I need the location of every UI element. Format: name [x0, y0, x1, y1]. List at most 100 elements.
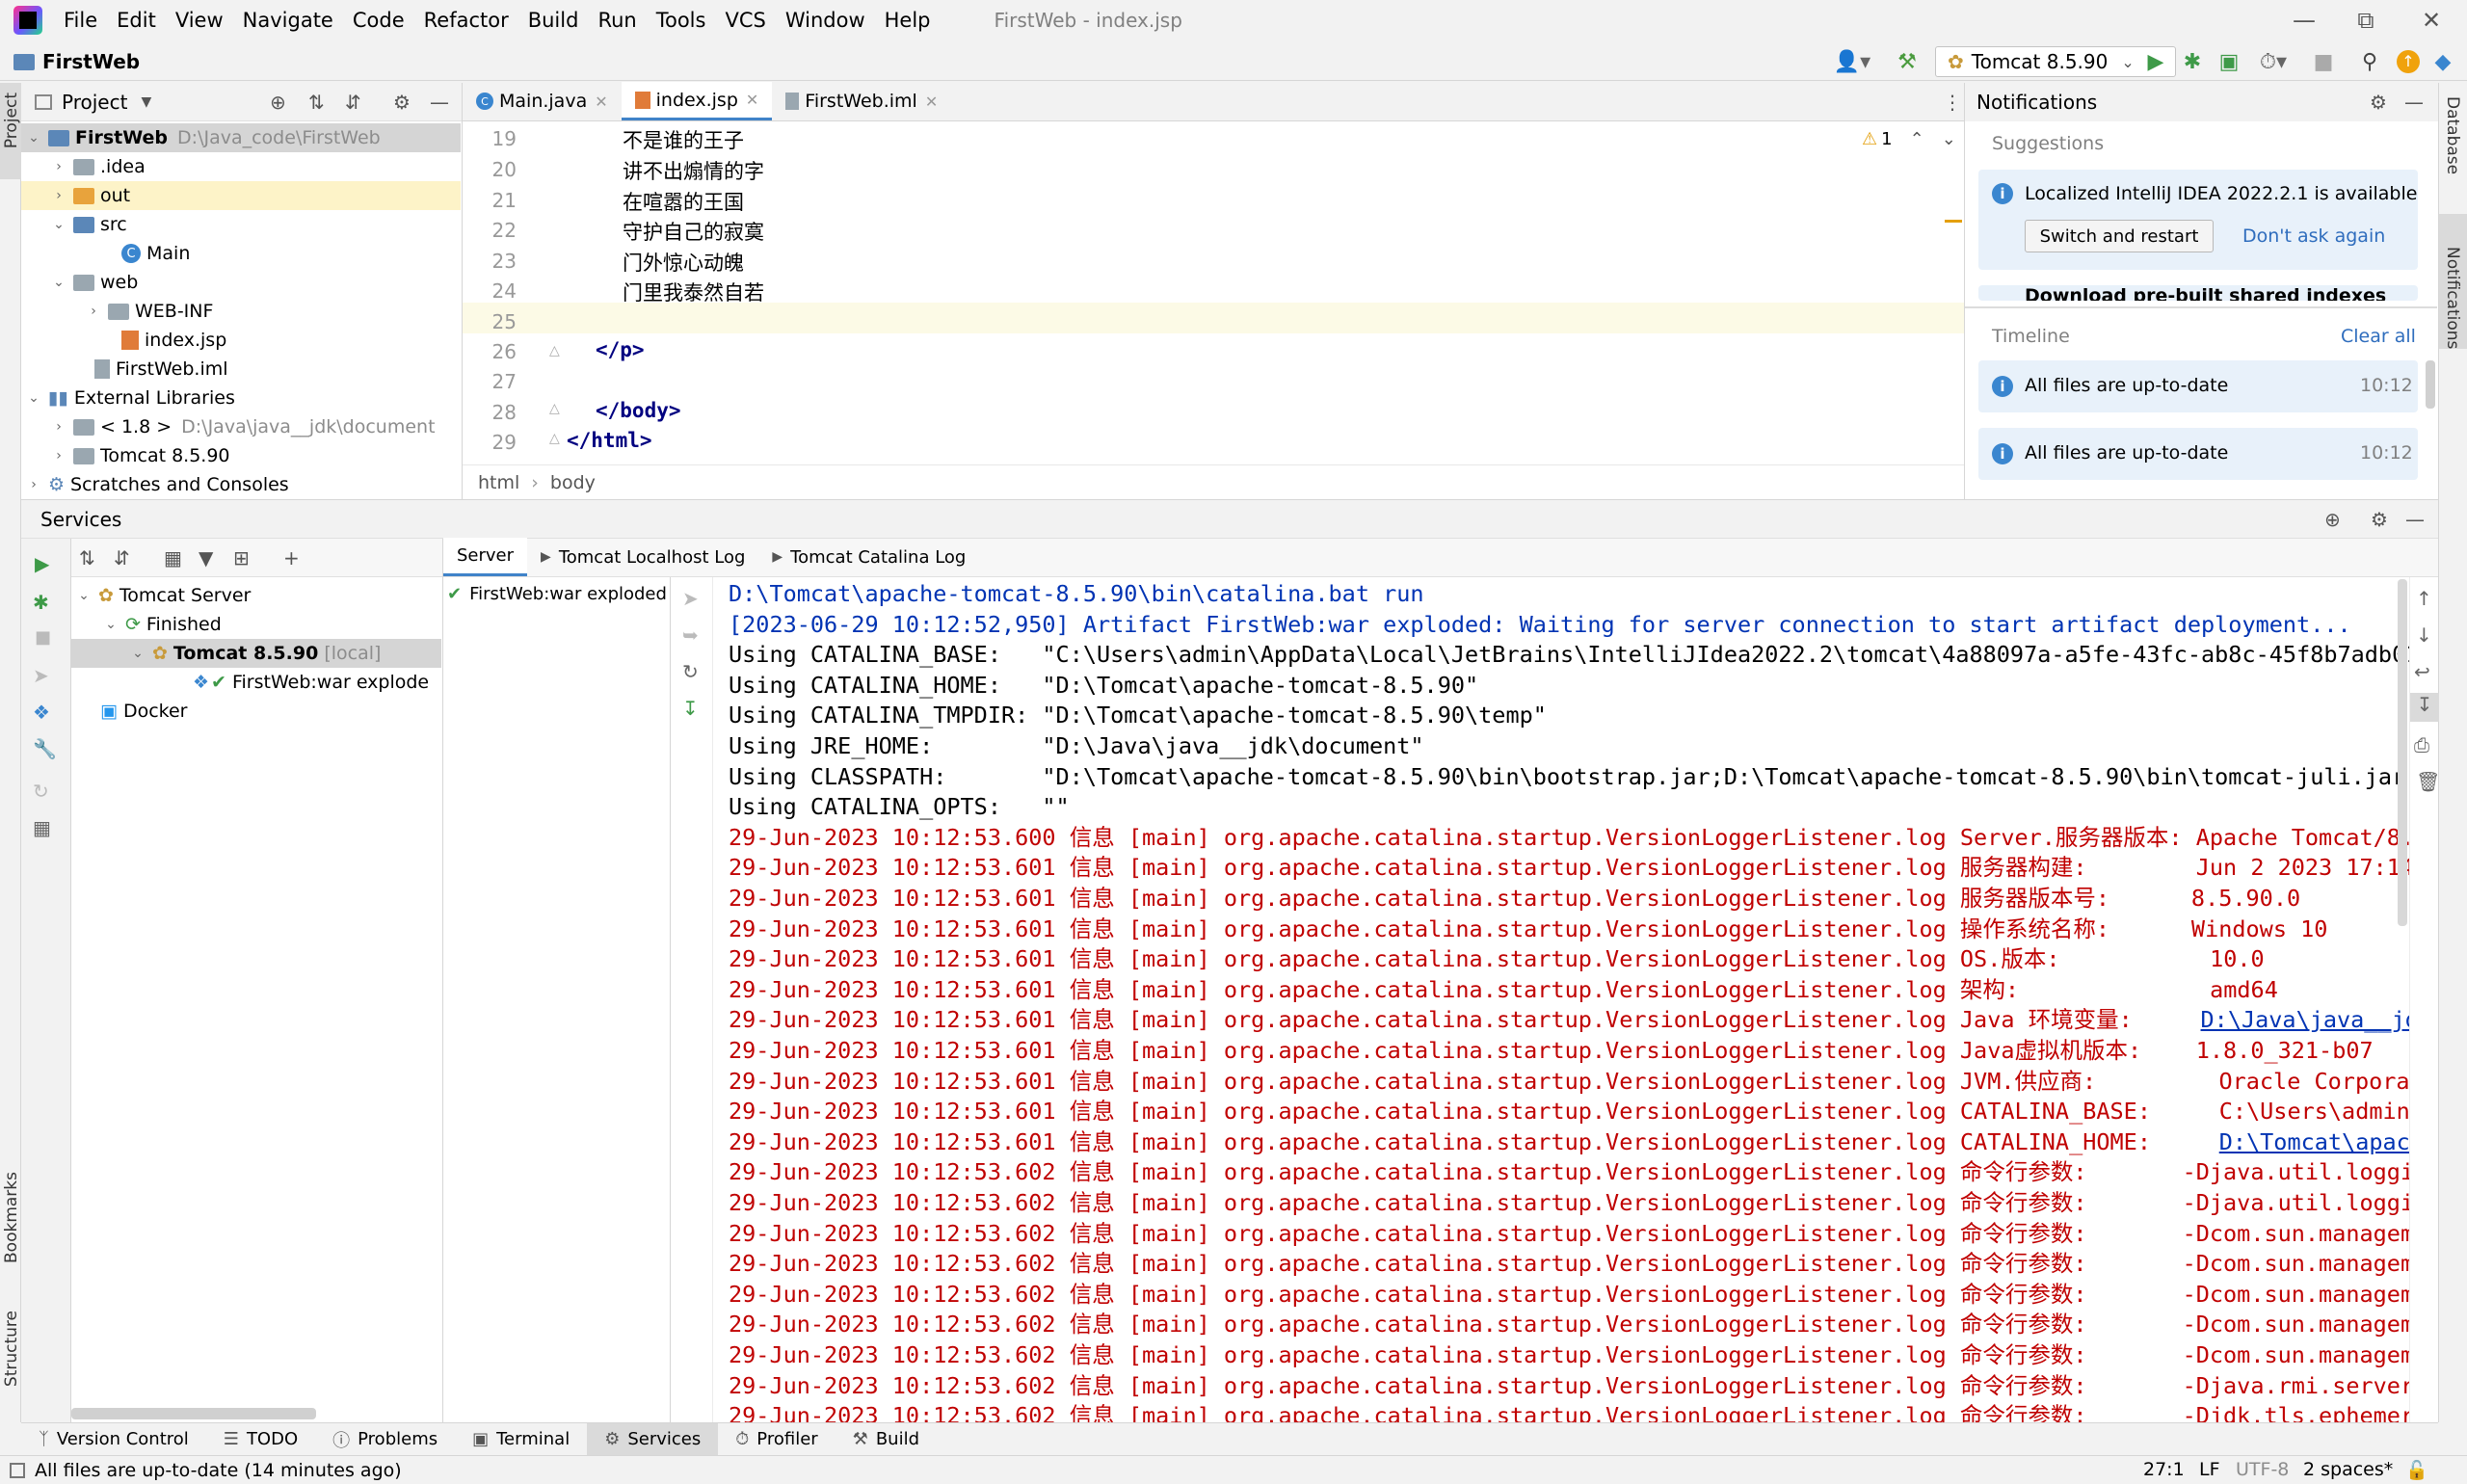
tree-item-external-libraries[interactable]: ⌄ ▮▮ External Libraries — [25, 384, 235, 412]
close-tab-icon[interactable]: ✕ — [595, 93, 607, 111]
menu-help[interactable]: Help — [885, 9, 931, 32]
profile-icon[interactable]: ⏱▾ — [2251, 48, 2295, 75]
switch-and-restart-button[interactable]: Switch and restart — [2025, 220, 2214, 252]
run-icon[interactable]: ▶ — [2141, 48, 2170, 75]
code-line[interactable]: </body> — [596, 399, 681, 422]
refresh-icon[interactable]: ↻ — [682, 660, 699, 683]
menu-refactor[interactable]: Refactor — [424, 9, 509, 32]
deploy-all-icon[interactable]: ↧ — [682, 697, 699, 720]
tab-localhost-log[interactable]: ▶ Tomcat Localhost Log — [527, 538, 758, 576]
side-tab-database[interactable]: Database — [2443, 96, 2462, 174]
filter-icon[interactable]: ▼ — [199, 546, 213, 570]
close-tab-icon[interactable]: ✕ — [746, 91, 758, 109]
gear-icon[interactable]: ⚙ — [2370, 91, 2387, 114]
tool-tab-terminal[interactable]: ▣ Terminal — [455, 1423, 587, 1456]
trash-icon[interactable]: 🗑 — [2416, 770, 2440, 793]
clear-all-link[interactable]: Clear all — [2341, 326, 2416, 347]
coverage-icon[interactable]: ▣ — [2215, 48, 2243, 75]
jetbrains-client-icon[interactable]: ◆ — [2428, 48, 2457, 75]
collapse-all-icon[interactable]: ⇵ — [345, 91, 361, 114]
fold-marker-icon[interactable]: △ — [549, 431, 560, 446]
update-icon[interactable]: ↑ — [2394, 48, 2423, 75]
close-icon[interactable]: ✕ — [2417, 6, 2446, 35]
side-tab-notifications[interactable]: Notifications — [2443, 247, 2462, 349]
tab-main-java[interactable]: C Main.java ✕ — [463, 82, 622, 120]
horizontal-scrollbar[interactable] — [71, 1408, 316, 1419]
tree-item-main[interactable]: C Main — [121, 239, 190, 268]
collapse-all-icon[interactable]: ⇵ — [114, 546, 130, 570]
tree-item-out[interactable]: › out — [21, 181, 461, 210]
menu-run[interactable]: Run — [597, 9, 636, 32]
redeploy-icon[interactable]: ➤ — [33, 664, 49, 687]
tree-item-scratches[interactable]: › ⚙ Scratches and Consoles — [25, 470, 289, 499]
expand-all-icon[interactable]: ⇅ — [79, 546, 95, 570]
side-tab-structure[interactable]: Structure — [2, 1311, 21, 1387]
service-finished-group[interactable]: ⌄ ⟳ Finished — [102, 610, 222, 639]
project-view-label[interactable]: Project — [62, 91, 127, 114]
arrow-down-icon[interactable]: ↓ — [2416, 623, 2432, 647]
console-output[interactable]: D:\Tomcat\apache-tomcat-8.5.90\bin\catal… — [713, 577, 2409, 1423]
deploy-icon[interactable]: ❖ — [33, 701, 50, 724]
menu-build[interactable]: Build — [528, 9, 579, 32]
fold-marker-icon[interactable]: △ — [549, 401, 560, 416]
code-line[interactable]: 在喧嚣的王国 — [623, 187, 744, 216]
tool-tab-services[interactable]: ⚙ Services — [587, 1422, 719, 1456]
line-separator[interactable]: LF — [2199, 1459, 2220, 1480]
tool-tab-problems[interactable]: ⓘ Problems — [315, 1423, 455, 1456]
file-encoding[interactable]: UTF-8 — [2236, 1459, 2289, 1480]
tree-item-web[interactable]: ⌄ web — [50, 268, 138, 297]
layout-icon[interactable]: ▦ — [33, 816, 51, 839]
tab-index-jsp[interactable]: index.jsp ✕ — [621, 82, 773, 120]
hide-icon[interactable]: — — [430, 91, 449, 114]
service-artifact[interactable]: ❖ ✔ FirstWeb:war explode — [193, 668, 429, 697]
code-line[interactable]: </html> — [567, 429, 652, 452]
fold-marker-icon[interactable]: △ — [549, 343, 560, 358]
code-line[interactable]: </p> — [596, 338, 645, 361]
tool-tab-version-control[interactable]: ᛉ Version Control — [21, 1423, 206, 1456]
code-line[interactable]: 门外惊心动魄 — [623, 248, 744, 277]
tab-catalina-log[interactable]: ▶ Tomcat Catalina Log — [758, 538, 979, 576]
close-tab-icon[interactable]: ✕ — [925, 93, 938, 111]
project-breadcrumb[interactable]: FirstWeb — [13, 42, 140, 81]
lock-icon[interactable]: 🔓 — [2405, 1459, 2428, 1481]
tab-server[interactable]: Server — [443, 538, 528, 576]
wrench-icon[interactable]: 🔧 — [33, 737, 57, 760]
gear-icon[interactable]: ⚙ — [393, 91, 411, 114]
timeline-card[interactable]: i All files are up-to-date 10:12 — [1978, 428, 2418, 480]
timeline-card[interactable]: i All files are up-to-date 10:12 — [1978, 360, 2418, 412]
service-tomcat-server[interactable]: ⌄ ✿ Tomcat Server — [75, 581, 251, 610]
redeploy-icon[interactable]: ➤ — [682, 587, 699, 610]
console-scrollbar[interactable] — [2398, 579, 2407, 926]
code-line[interactable]: 门里我泰然自若 — [623, 278, 764, 306]
code-line[interactable]: 守护自己的寂寞 — [623, 217, 764, 246]
user-icon[interactable]: 👤▾ — [1833, 48, 1871, 75]
menu-vcs[interactable]: VCS — [725, 9, 765, 32]
debug-bug-icon[interactable]: ✱ — [33, 591, 49, 614]
tool-tab-todo[interactable]: ☰ TODO — [206, 1423, 315, 1456]
debug-bug-icon[interactable]: ✱ — [2178, 48, 2207, 75]
status-message[interactable]: All files are up-to-date (14 minutes ago… — [35, 1460, 402, 1481]
breadcrumb-html[interactable]: html — [478, 472, 519, 493]
tree-item-firstweb-iml[interactable]: FirstWeb.iml — [94, 355, 228, 384]
group-icon[interactable]: ▦ — [164, 546, 182, 570]
chevron-up-icon[interactable]: ⌃ — [1910, 129, 1924, 149]
side-tab-project[interactable]: Project — [2, 93, 21, 148]
run-configuration-selector[interactable]: ✿ Tomcat 8.5.90 ⌄ — [1935, 46, 2176, 77]
side-tab-bookmarks[interactable]: Bookmarks — [2, 1172, 21, 1263]
scroll-to-end-icon[interactable]: ↧ — [2410, 693, 2439, 722]
stop-icon[interactable]: ■ — [35, 627, 51, 648]
chevron-down-icon[interactable]: ▼ — [141, 94, 151, 110]
build-hammer-icon[interactable]: ⚒ — [1893, 48, 1922, 75]
breadcrumb-body[interactable]: body — [550, 472, 596, 493]
code-line[interactable]: 不是谁的王子 — [623, 125, 744, 154]
gear-icon[interactable]: ⚙ — [2371, 508, 2388, 531]
service-docker[interactable]: ▣ Docker — [100, 697, 187, 726]
tree-item-tomcat-lib[interactable]: › Tomcat 8.5.90 — [50, 441, 229, 470]
run-icon[interactable]: ▶ — [35, 552, 49, 575]
tree-item-src[interactable]: ⌄ src — [50, 210, 127, 239]
arrow-up-icon[interactable]: ↑ — [2416, 587, 2432, 610]
hide-icon[interactable]: — — [2404, 91, 2424, 114]
indent-setting[interactable]: 2 spaces* — [2303, 1459, 2393, 1480]
menu-navigate[interactable]: Navigate — [243, 9, 333, 32]
tool-tab-build[interactable]: ⚒ Build — [836, 1423, 937, 1456]
